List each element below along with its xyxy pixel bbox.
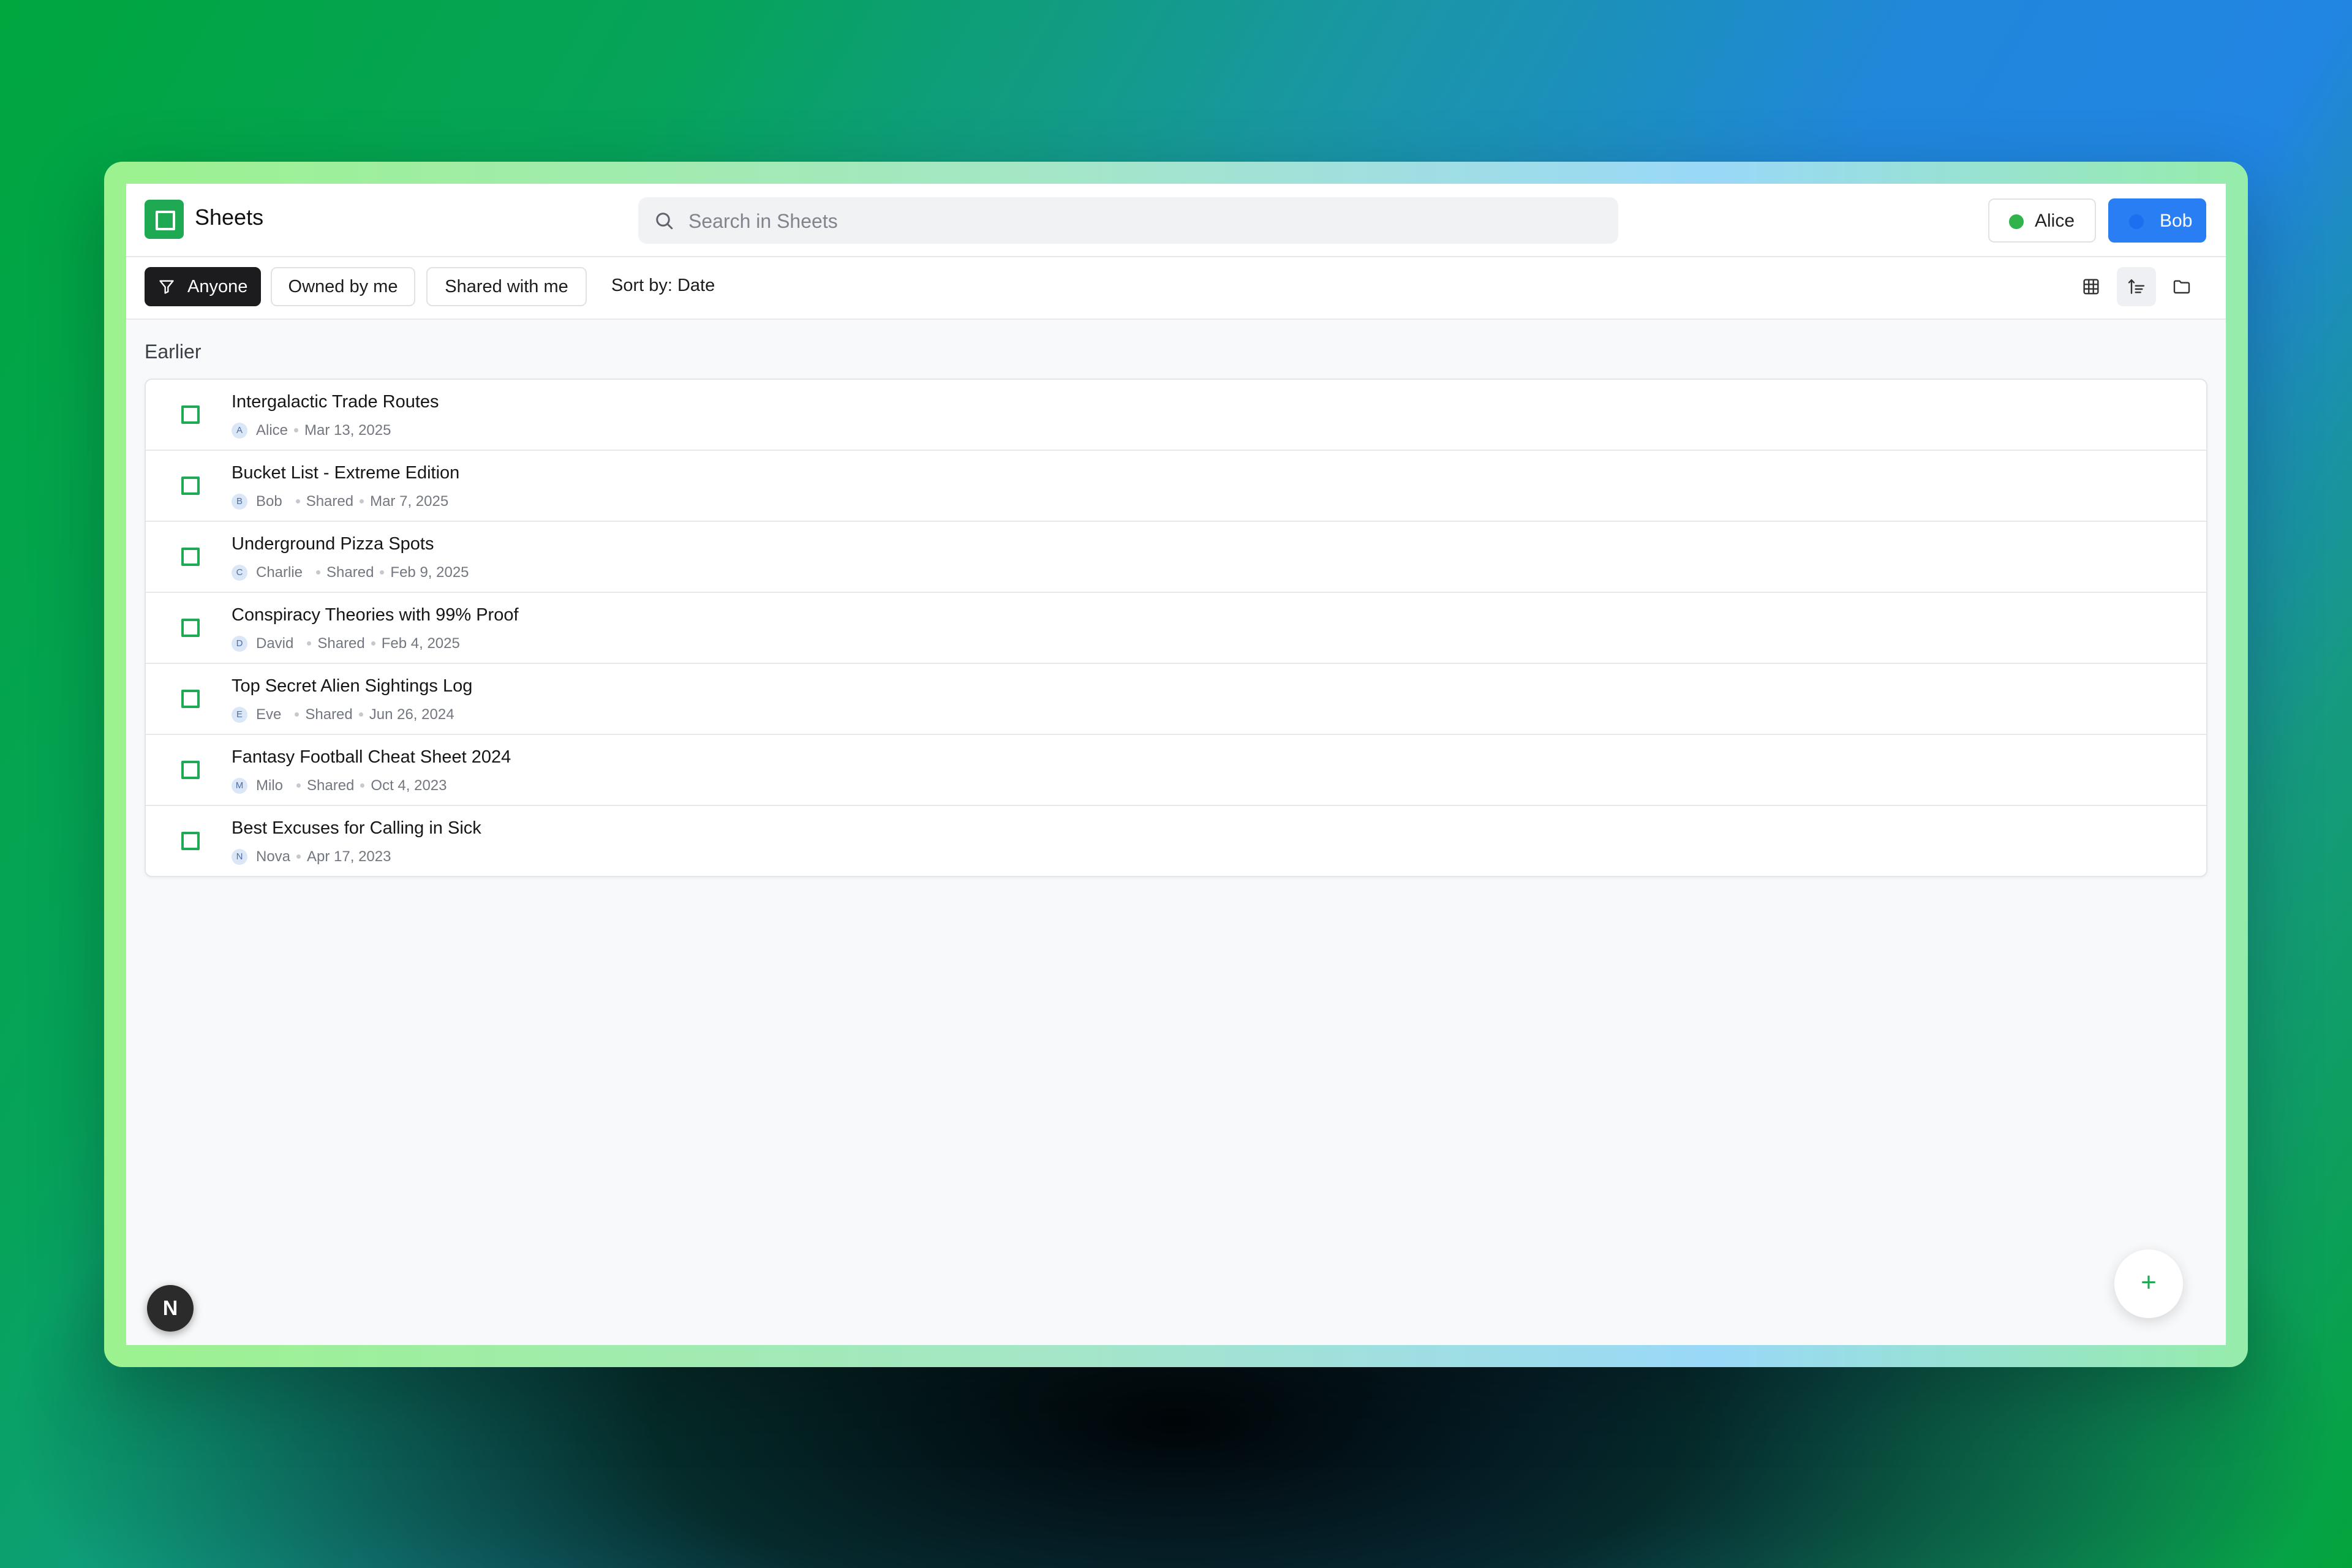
file-row[interactable]: Underground Pizza Spots C Charlie Shared Fe… (146, 522, 2206, 593)
browser-frame: Sheets Alice Bob Anyone (104, 162, 2248, 1367)
file-date: Feb 9, 2025 (390, 564, 469, 581)
owner-name: Eve (256, 706, 282, 723)
user-label: Bob (2160, 211, 2193, 231)
owner-name: Bob (256, 492, 282, 510)
file-date: Feb 4, 2025 (381, 635, 460, 652)
owner-avatar: C (232, 564, 247, 581)
meta-separator (296, 854, 301, 859)
meta-separator (371, 641, 375, 646)
meta-separator (360, 783, 365, 788)
shared-label: Shared (305, 706, 353, 723)
file-row[interactable]: Fantasy Football Cheat Sheet 2024 M Milo S… (146, 735, 2206, 806)
filter-toolbar: Anyone Owned by me Shared with me Sort b… (126, 257, 2226, 320)
file-meta: M Milo Shared Oct 4, 2023 (232, 777, 447, 795)
search-icon (656, 213, 673, 230)
meta-separator (307, 641, 312, 646)
sheet-file-icon (181, 761, 200, 779)
owner-avatar: B (232, 493, 247, 510)
sheet-file-icon (181, 405, 200, 424)
user-status-dot (2009, 214, 2024, 229)
new-sheet-button[interactable]: + (2114, 1250, 2183, 1318)
sort-by-button[interactable]: Sort by: Date (611, 276, 715, 296)
file-row[interactable]: Best Excuses for Calling in Sick N Nova Ap… (146, 806, 2206, 876)
file-meta: C Charlie Shared Feb 9, 2025 (232, 564, 469, 582)
meta-separator (358, 712, 363, 717)
owner-avatar: M (232, 777, 247, 794)
owner-name: David (256, 635, 294, 652)
user-button-bob[interactable]: Bob (2108, 198, 2206, 243)
sheet-file-icon (181, 619, 200, 637)
file-title: Fantasy Football Cheat Sheet 2024 (232, 747, 511, 767)
grid-view-icon (2083, 279, 2099, 295)
shared-label: Shared (326, 564, 374, 581)
file-title: Underground Pizza Spots (232, 534, 434, 554)
filter-owned-by-me-button[interactable]: Owned by me (271, 267, 415, 306)
meta-separator (296, 783, 301, 788)
sheet-file-icon (181, 832, 200, 850)
sheet-file-icon (181, 477, 200, 495)
user-button-alice[interactable]: Alice (1988, 198, 2096, 243)
meta-separator (295, 499, 300, 504)
sort-order-button[interactable] (2117, 267, 2156, 306)
file-row[interactable]: Bucket List - Extreme Edition B Bob Shared… (146, 451, 2206, 522)
owner-avatar: A (232, 422, 247, 439)
shared-label: Shared (307, 777, 355, 794)
file-meta: A Alice Mar 13, 2025 (232, 421, 391, 440)
search-bar[interactable] (638, 197, 1618, 245)
file-row[interactable]: Conspiracy Theories with 99% Proof D Davi… (146, 593, 2206, 664)
file-list: Intergalactic Trade Routes A Alice Mar 13,… (145, 379, 2207, 877)
meta-separator (380, 570, 385, 575)
meta-separator (316, 570, 321, 575)
app-header: Sheets Alice Bob (126, 184, 2226, 257)
search-input[interactable] (687, 197, 1596, 245)
file-title: Conspiracy Theories with 99% Proof (232, 605, 519, 625)
owner-name: Milo (256, 777, 284, 794)
file-title: Best Excuses for Calling in Sick (232, 818, 481, 838)
meta-separator (294, 428, 299, 433)
shared-label: Shared (306, 492, 354, 510)
file-title: Bucket List - Extreme Edition (232, 463, 460, 483)
file-date: Apr 17, 2023 (307, 848, 391, 865)
file-row[interactable]: Intergalactic Trade Routes A Alice Mar 13,… (146, 380, 2206, 451)
file-title: Intergalactic Trade Routes (232, 392, 439, 412)
owner-name: Alice (256, 421, 288, 439)
sheet-file-icon (181, 548, 200, 566)
user-status-dot (2129, 214, 2144, 229)
owner-avatar: D (232, 635, 247, 652)
file-meta: D David Shared Feb 4, 2025 (232, 635, 460, 653)
file-date: Mar 7, 2025 (370, 492, 449, 510)
sheets-logo-icon (145, 200, 184, 239)
app-window: Sheets Alice Bob Anyone (126, 184, 2226, 1345)
dev-tools-badge[interactable]: N (147, 1285, 194, 1332)
section-label: Earlier (145, 341, 202, 363)
filter-label: Anyone (187, 277, 248, 296)
folder-icon (2173, 280, 2190, 294)
meta-separator (295, 712, 300, 717)
filter-shared-with-me-button[interactable]: Shared with me (426, 267, 587, 306)
meta-separator (360, 499, 364, 504)
file-date: Oct 4, 2023 (371, 777, 447, 794)
file-date: Mar 13, 2025 (304, 421, 391, 439)
file-meta: B Bob Shared Mar 7, 2025 (232, 492, 448, 511)
file-meta: E Eve Shared Jun 26, 2024 (232, 706, 454, 724)
shared-label: Shared (317, 635, 365, 652)
filter-anyone-button[interactable]: Anyone (145, 267, 261, 306)
filter-icon (159, 280, 174, 294)
app-title: Sheets (195, 205, 264, 230)
owner-avatar: N (232, 848, 247, 865)
owner-name: Charlie (256, 564, 303, 581)
grid-view-button[interactable] (2071, 267, 2111, 306)
file-date: Jun 26, 2024 (369, 706, 454, 723)
user-label: Alice (2035, 211, 2075, 231)
sheet-file-icon (181, 690, 200, 708)
folder-view-button[interactable] (2162, 267, 2201, 306)
file-title: Top Secret Alien Sightings Log (232, 676, 473, 696)
file-meta: N Nova Apr 17, 2023 (232, 848, 391, 866)
owner-avatar: E (232, 706, 247, 723)
sort-list-icon (2128, 279, 2145, 294)
file-row[interactable]: Top Secret Alien Sightings Log E Eve Share… (146, 664, 2206, 735)
owner-name: Nova (256, 848, 291, 865)
